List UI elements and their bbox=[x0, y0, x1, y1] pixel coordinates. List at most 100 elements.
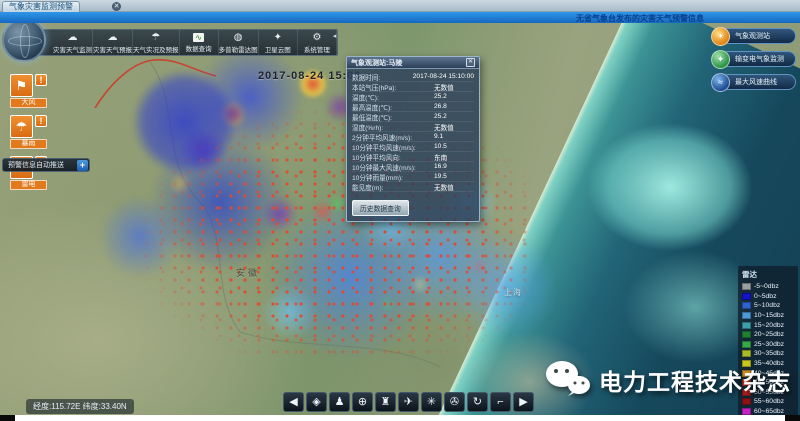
legend-row: 30~35dbz bbox=[742, 349, 794, 359]
transmission-line-icon[interactable]: ✈ bbox=[398, 392, 419, 412]
active-warnings-panel: ⚑ ! 大风 ☂ ! 暴雨 ⚡ ! bbox=[10, 74, 48, 197]
history-query-button[interactable]: 历史数据查询 bbox=[352, 200, 409, 216]
tab-weather-disaster[interactable]: 气象灾害监测预警 bbox=[2, 1, 80, 12]
weather-monitor-app: 气象灾害监测预警 ✕ 无省气象台发布的灾害天气预警信息 安徽 上海 2017-0… bbox=[0, 0, 800, 421]
popup-row-label: 2分钟平均风速(m/s): bbox=[352, 132, 434, 142]
corner-flag-icon[interactable]: ⌐ bbox=[490, 392, 511, 412]
legend-row: 15~20dbz bbox=[742, 320, 794, 330]
toolbar-item-label: 灾害天气预报 bbox=[93, 44, 132, 54]
toolbar-item-icon: ∿ bbox=[193, 33, 204, 42]
expand-plus-icon[interactable]: + bbox=[77, 160, 88, 171]
popup-titlebar[interactable]: 气象观测站:马陵 ✕ bbox=[347, 57, 479, 69]
popup-row-label: 湿度(%rh): bbox=[352, 122, 434, 132]
popup-data-row: 10分钟平均风速(m/s): 10.5 bbox=[352, 142, 474, 152]
popup-row-label: 数据时间: bbox=[352, 72, 413, 82]
function-button[interactable]: ≈ 最大风速曲线 bbox=[720, 74, 796, 90]
popup-data-row: 10分钟平均风向: 东南 bbox=[352, 152, 474, 162]
toolbar-item-icon: ◍ bbox=[234, 32, 243, 43]
popup-row-value: 25.2 bbox=[434, 93, 447, 100]
warning-badge[interactable]: ☂ ! 暴雨 bbox=[10, 115, 48, 149]
layers-icon[interactable]: ◈ bbox=[306, 392, 327, 412]
popup-row-value: 9.1 bbox=[434, 133, 443, 140]
legend-row: 25~30dbz bbox=[742, 340, 794, 350]
popup-row-value: 26.8 bbox=[434, 103, 447, 110]
function-button[interactable]: ☀ 气象观测站 bbox=[720, 28, 796, 44]
popup-row-label: 温度(℃): bbox=[352, 92, 434, 102]
toolbar-item-label: 卫星云图 bbox=[265, 44, 291, 54]
warning-badge[interactable]: ⚑ ! 大风 bbox=[10, 74, 48, 108]
toolbar-item[interactable]: ∿ 数据查询 bbox=[180, 30, 219, 55]
legend-range-label: 20~25dbz bbox=[754, 331, 784, 338]
person-location-icon[interactable]: ♟ bbox=[329, 392, 350, 412]
notice-text: 无省气象台发布的灾害天气预警信息 bbox=[576, 13, 704, 24]
film-reel-icon[interactable]: ✇ bbox=[444, 392, 465, 412]
legend-range-label: 5~10dbz bbox=[754, 302, 780, 309]
city-label-shanghai: 上海 bbox=[504, 287, 522, 298]
function-button-icon: ✦ bbox=[711, 50, 730, 69]
popup-data-row: 温度(℃): 25.2 bbox=[352, 92, 474, 102]
popup-row-value: 19.5 bbox=[434, 173, 447, 180]
right-function-buttons: ☀ 气象观测站 ✦ 输变电气象监测 ≈ 最大风速曲线 bbox=[710, 28, 796, 97]
power-plant-icon[interactable]: ♜ bbox=[375, 392, 396, 412]
legend-swatch bbox=[742, 408, 751, 415]
toolbar-item[interactable]: ✦ 卫星云图 bbox=[259, 30, 298, 55]
tab-close-icon[interactable]: ✕ bbox=[112, 2, 121, 11]
popup-row-value: 无数值 bbox=[434, 182, 454, 192]
popup-row-label: 10分钟最大风速(m/s): bbox=[352, 162, 434, 172]
toolbar-item-label: 数据查询 bbox=[186, 43, 212, 53]
popup-row-label: 本站气压(hPa): bbox=[352, 82, 434, 92]
map-tools-bar: ◀ ◈ ♟ ⊕ ♜ ✈ ✳ ✇ ↻ ⌐ ▶ bbox=[283, 392, 534, 412]
toolbar-item[interactable]: ◍ 多普勒雷达图 bbox=[219, 30, 259, 55]
bottom-frame bbox=[0, 415, 800, 421]
function-button-label: 气象观测站 bbox=[735, 31, 770, 41]
province-label-anhui: 安徽 bbox=[236, 266, 260, 279]
popup-row-value: 16.9 bbox=[434, 163, 447, 170]
back-arrow-icon[interactable]: ◀ bbox=[283, 392, 304, 412]
toolbar-item[interactable]: ☁ 灾害天气预报 bbox=[93, 30, 133, 55]
toolbar-item-icon: ☁ bbox=[68, 32, 78, 43]
warning-notice-bar: 无省气象台发布的灾害天气预警信息 bbox=[0, 12, 800, 23]
warning-push-bar[interactable]: 预警信息自动推送 + bbox=[2, 158, 90, 172]
legend-swatch bbox=[742, 312, 751, 319]
popup-close-icon[interactable]: ✕ bbox=[466, 58, 475, 67]
legend-row: -5~0dbz bbox=[742, 282, 794, 292]
warning-label: 大风 bbox=[10, 98, 47, 108]
popup-row-label: 10分钟平均风速(m/s): bbox=[352, 142, 434, 152]
popup-row-label: 最低温度(℃): bbox=[352, 112, 434, 122]
legend-row: 20~25dbz bbox=[742, 330, 794, 340]
globe-icon[interactable]: ⊕ bbox=[352, 392, 373, 412]
warning-type-icon: ☂ bbox=[10, 115, 33, 138]
popup-data-row: 最低温度(℃): 25.2 bbox=[352, 112, 474, 122]
watermark-text: 电力工程技术杂志 bbox=[599, 363, 791, 397]
popup-data-row: 10分钟最大风速(m/s): 16.9 bbox=[352, 162, 474, 172]
toolbar-item[interactable]: ☁ 灾害天气监测 bbox=[53, 30, 93, 55]
legend-row: 0~5dbz bbox=[742, 292, 794, 302]
toolbar-item-label: 灾害天气监测 bbox=[53, 44, 92, 54]
legend-row: 5~10dbz bbox=[742, 301, 794, 311]
legend-swatch bbox=[742, 302, 751, 309]
toolbar-item-icon: ⚙ bbox=[312, 32, 321, 43]
main-toolbar: ☁ 灾害天气监测 ☁ 灾害天气预报 ☂ 天气实况及预报 ∿ 数据查询 bbox=[10, 29, 338, 56]
toolbar-item[interactable]: ☂ 天气实况及预报 bbox=[133, 30, 180, 55]
toolbar-item-label: 系统管理 bbox=[304, 44, 330, 54]
popup-row-label: 能见度(m): bbox=[352, 182, 434, 192]
function-button[interactable]: ✦ 输变电气象监测 bbox=[720, 51, 796, 67]
watermark: 电力工程技术杂志 bbox=[545, 360, 791, 400]
forward-arrow-icon[interactable]: ▶ bbox=[513, 392, 534, 412]
map-canvas[interactable]: 安徽 上海 2017-08-24 15:06 ☁ 灾害天气监测 ☁ 灾害天气预报… bbox=[0, 22, 800, 421]
popup-data-row: 数据时间: 2017-08-24 15:10:00 bbox=[352, 72, 474, 82]
function-button-icon: ≈ bbox=[711, 73, 730, 92]
toolbar-item-icon: ✦ bbox=[274, 32, 282, 43]
popup-row-label: 10分钟雨量(mm): bbox=[352, 172, 434, 182]
popup-data-row: 湿度(%rh): 无数值 bbox=[352, 122, 474, 132]
refresh-icon[interactable]: ↻ bbox=[467, 392, 488, 412]
popup-row-label: 最高温度(℃): bbox=[352, 102, 434, 112]
legend-swatch bbox=[742, 293, 751, 300]
wind-turbine-icon[interactable]: ✳ bbox=[421, 392, 442, 412]
toolbar-item-label: 天气实况及预报 bbox=[133, 44, 179, 54]
toolbar-collapse-arrow[interactable]: ◂ bbox=[330, 32, 339, 40]
legend-swatch bbox=[742, 331, 751, 338]
legend-title: 雷达 bbox=[742, 269, 794, 280]
popup-data-row: 2分钟平均风速(m/s): 9.1 bbox=[352, 132, 474, 142]
legend-swatch bbox=[742, 350, 751, 357]
